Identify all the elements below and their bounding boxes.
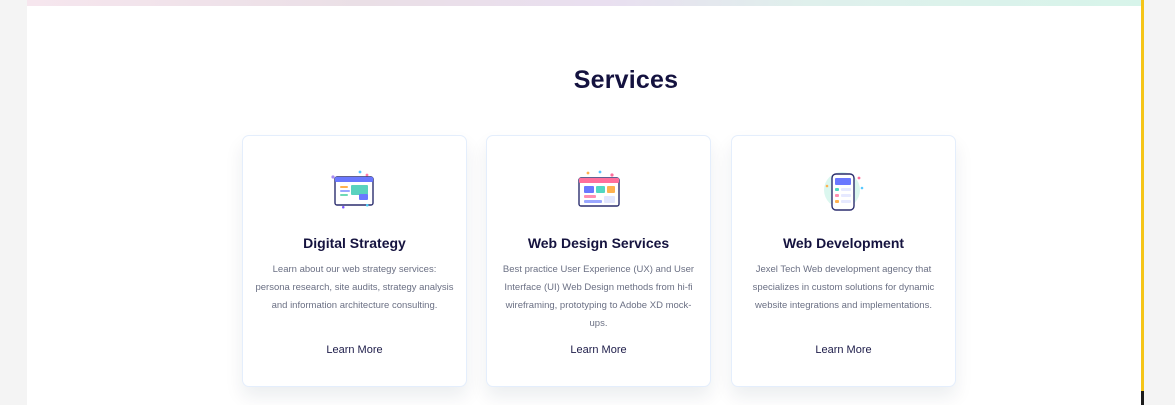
card-title: Digital Strategy — [303, 235, 406, 251]
mobile-development-icon — [823, 172, 863, 211]
card-description: Jexel Tech Web development agency that s… — [752, 264, 935, 311]
section-title: Services — [573, 66, 679, 94]
card-title: Web Development — [782, 235, 905, 251]
corner-scroll-mark — [1141, 391, 1144, 405]
right-accent-border — [1141, 0, 1144, 405]
services-panel: Services Digital Strategy Learn about ou… — [27, 0, 1144, 405]
learn-more-link[interactable]: Learn More — [487, 344, 710, 356]
learn-more-link[interactable]: Learn More — [243, 344, 466, 356]
service-card-digital-strategy: Digital Strategy Learn about our web str… — [242, 135, 467, 387]
strategy-dashboard-icon — [330, 170, 374, 209]
card-title: Web Design Services — [527, 235, 670, 251]
web-design-layout-icon — [577, 170, 620, 207]
service-card-web-design-services: Web Design Services Best practice User E… — [486, 135, 711, 387]
card-description: Learn about our web strategy services: p… — [255, 264, 454, 311]
service-card-web-development: Web Development Jexel Tech Web developme… — [731, 135, 956, 387]
hero-image-strip — [27, 0, 1144, 6]
card-description: Best practice User Experience (UX) and U… — [502, 264, 695, 329]
learn-more-link[interactable]: Learn More — [732, 344, 955, 356]
